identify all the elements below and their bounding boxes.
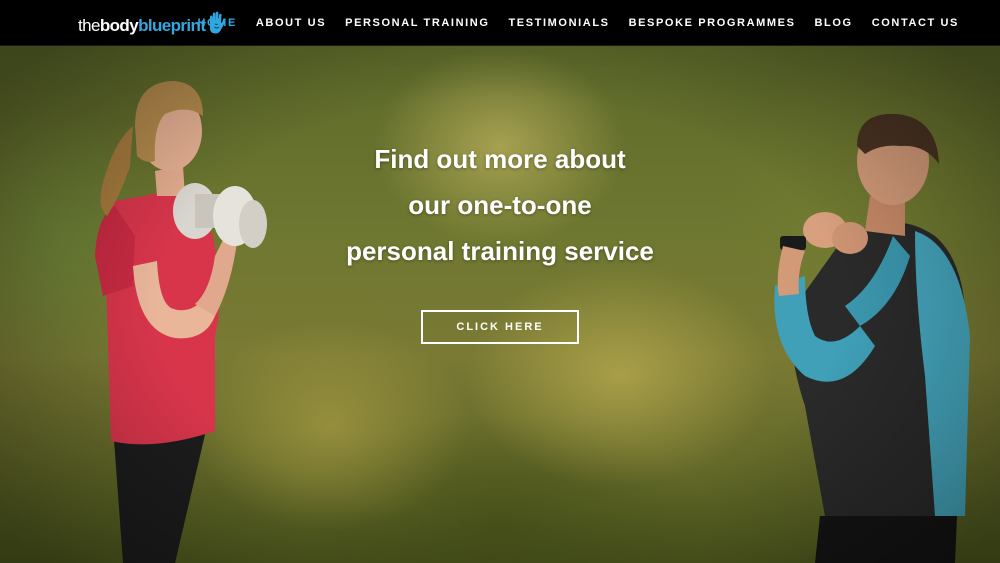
nav-testimonials[interactable]: TESTIMONIALS [508, 17, 609, 29]
nav-home[interactable]: HOME [197, 17, 236, 29]
page: the body blueprint HOME ABOUT US PERSONA… [0, 0, 1000, 563]
hero-heading-line-1: Find out more about [374, 144, 626, 174]
click-here-button[interactable]: CLICK HERE [421, 310, 579, 344]
logo-text-body: body [99, 16, 139, 35]
logo-text-the: the [78, 16, 100, 35]
nav-blog[interactable]: BLOG [815, 17, 853, 29]
site-header: the body blueprint HOME ABOUT US PERSONA… [0, 0, 1000, 46]
nav-about-us[interactable]: ABOUT US [256, 17, 326, 29]
hero-banner: Find out more about our one-to-one perso… [0, 46, 1000, 563]
hero-heading-line-3: personal training service [346, 236, 654, 266]
hero-heading-line-2: our one-to-one [408, 190, 592, 220]
nav-bespoke-programmes[interactable]: BESPOKE PROGRAMMES [629, 17, 796, 29]
main-nav: HOME ABOUT US PERSONAL TRAINING TESTIMON… [197, 0, 959, 46]
hero-heading: Find out more about our one-to-one perso… [250, 136, 750, 274]
nav-contact-us[interactable]: CONTACT US [872, 17, 959, 29]
hero-vignette [0, 46, 1000, 563]
nav-personal-training[interactable]: PERSONAL TRAINING [345, 17, 489, 29]
logo-text-blueprint: blueprint [138, 16, 206, 35]
